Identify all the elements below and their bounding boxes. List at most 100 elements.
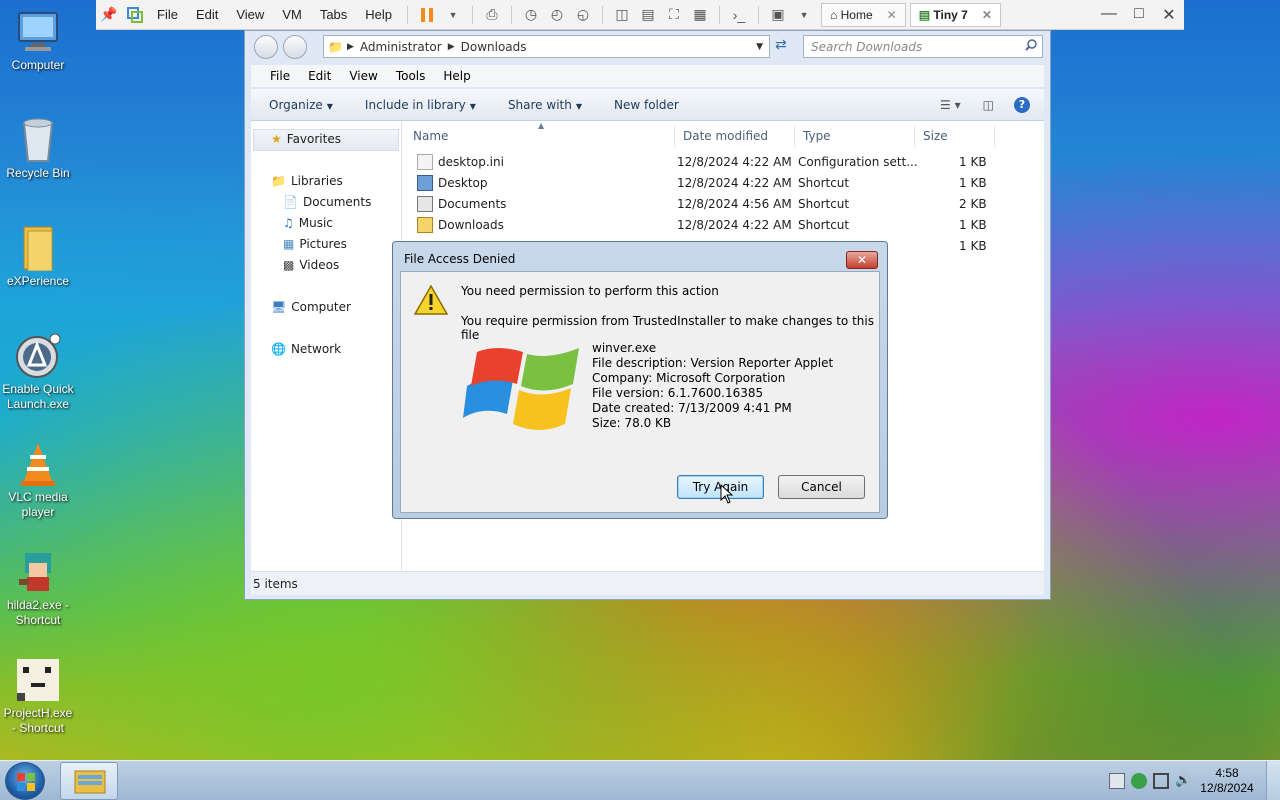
help-icon[interactable]: ? (1014, 96, 1030, 113)
desktop-icon-quick-launch[interactable]: Enable Quick Launch.exe (0, 332, 76, 412)
file-row[interactable]: Documents 12/8/2024 4:56 AM Shortcut 2 K… (403, 194, 1003, 215)
desktop-icon-recycle-bin[interactable]: Recycle Bin (0, 116, 76, 181)
volume-icon[interactable]: 🔊 (1175, 773, 1191, 789)
cancel-button[interactable]: Cancel (778, 475, 865, 499)
forward-button[interactable] (283, 35, 307, 59)
info-company: Company: Microsoft Corporation (592, 371, 786, 385)
file-type: Shortcut (798, 197, 850, 211)
desktop-icon-vlc[interactable]: VLC media player (0, 440, 76, 520)
console-icon[interactable]: ›_ (729, 5, 749, 25)
nav-label: Pictures (299, 237, 347, 251)
unity-icon[interactable]: ▦ (690, 5, 710, 25)
start-button[interactable] (5, 762, 45, 800)
security-icon[interactable] (1131, 773, 1147, 789)
vm-menu-view[interactable]: View (227, 7, 273, 22)
close-button[interactable]: ✕ (846, 251, 878, 269)
chevron-down-icon: ▼ (575, 101, 582, 111)
menu-edit[interactable]: Edit (298, 69, 339, 83)
vm-menu-edit[interactable]: Edit (187, 7, 227, 22)
chevron-right-icon[interactable]: ▶ (448, 42, 455, 52)
button-label: Share with (507, 97, 572, 112)
maximize-icon[interactable]: □ (1124, 5, 1154, 25)
breadcrumb-downloads[interactable]: Downloads (461, 40, 527, 54)
close-icon[interactable]: ✕ (982, 8, 992, 22)
nav-documents[interactable]: 📄 Documents (283, 195, 371, 209)
nav-label: Videos (299, 258, 340, 272)
vm-menu-help[interactable]: Help (356, 7, 401, 22)
window-controls: — □ ✕ (1094, 5, 1184, 25)
nav-computer[interactable]: 🖥 Computer (271, 300, 351, 314)
menu-file[interactable]: File (251, 69, 298, 83)
status-bar: 5 items (251, 571, 1044, 595)
desktop-icon-experience[interactable]: eXPerience (0, 224, 76, 289)
show-desktop-button[interactable] (1266, 761, 1280, 800)
desktop-icon-hilda[interactable]: hilda2.exe - Shortcut (0, 548, 76, 628)
nav-network[interactable]: 🌐 Network (271, 342, 341, 356)
file-type: Configuration sett... (798, 155, 918, 169)
menu-help[interactable]: Help (433, 69, 478, 83)
revert-snapshot-icon[interactable]: ◴ (547, 5, 567, 25)
chevron-right-icon[interactable]: ▶ (347, 42, 354, 52)
breadcrumb-administrator[interactable]: Administrator (360, 40, 442, 54)
desktop-icon-label: ProjectH.exe - Shortcut (3, 706, 73, 735)
share-with-button[interactable]: Share with ▼ (508, 98, 582, 112)
nav-pictures[interactable]: ▦ Pictures (283, 237, 347, 251)
vm-logo-icon (125, 5, 145, 25)
status-text: 5 items (253, 577, 298, 591)
action-center-icon[interactable] (1109, 773, 1125, 789)
refresh-icon[interactable]: ⇄ (775, 37, 787, 53)
menu-tools[interactable]: Tools (386, 69, 434, 83)
back-button[interactable] (254, 35, 278, 59)
new-folder-button[interactable]: New folder (614, 98, 679, 112)
vm-menu-file[interactable]: File (148, 7, 187, 22)
close-icon[interactable]: ✕ (1154, 5, 1184, 25)
view-options-icon[interactable]: ☰ ▾ (940, 98, 961, 112)
preview-pane-icon[interactable]: ◫ (983, 98, 994, 112)
organize-button[interactable]: Organize ▼ (269, 98, 333, 112)
nav-favorites[interactable]: ★ Favorites (271, 132, 341, 146)
chevron-down-icon[interactable]: ▼ (443, 5, 463, 25)
thumbnail-bar-icon[interactable]: ▤ (638, 5, 658, 25)
taskbar-explorer-button[interactable] (60, 762, 118, 800)
search-icon (1025, 39, 1037, 54)
vm-toolbar: 📌 File Edit View VM Tabs Help ▼ ⎙ ◷ ◴ ◵ … (96, 0, 1184, 30)
send-keys-icon[interactable]: ⎙ (482, 5, 502, 25)
nav-label: Computer (291, 300, 351, 314)
vm-menu-vm[interactable]: VM (273, 7, 311, 22)
tab-home[interactable]: ⌂ Home ✕ (821, 2, 906, 27)
button-label: Organize (269, 97, 323, 112)
chevron-down-icon[interactable]: ▼ (794, 5, 814, 25)
nav-videos[interactable]: ▩ Videos (283, 258, 339, 272)
sidebar-icon[interactable]: ◫ (612, 5, 632, 25)
chevron-down-icon[interactable]: ▼ (756, 42, 763, 52)
info-date-created: Date created: 7/13/2009 4:41 PM (592, 401, 792, 415)
pin-icon[interactable]: 📌 (99, 5, 119, 25)
nav-libraries[interactable]: 📁 Libraries (271, 174, 343, 188)
address-bar[interactable]: 📁 ▶ Administrator ▶ Downloads ▼ (323, 35, 770, 58)
snapshot-icon[interactable]: ◷ (521, 5, 541, 25)
close-icon[interactable]: ✕ (887, 8, 897, 22)
fullscreen-icon[interactable]: ⛶ (664, 5, 684, 25)
clock[interactable]: 4:58 12/8/2024 (1194, 766, 1260, 796)
column-header-size[interactable]: Size (915, 125, 995, 147)
pause-icon[interactable] (417, 5, 437, 25)
info-size: Size: 78.0 KB (592, 416, 672, 430)
file-row[interactable]: Downloads 12/8/2024 4:22 AM Shortcut 1 K… (403, 215, 1003, 236)
network-icon[interactable] (1153, 773, 1169, 789)
desktop-icon-projecth[interactable]: ProjectH.exe - Shortcut (0, 656, 76, 736)
desktop-icon-computer[interactable]: Computer (0, 8, 76, 73)
file-row[interactable]: Desktop 12/8/2024 4:22 AM Shortcut 1 KB (403, 173, 1003, 194)
menu-view[interactable]: View (339, 69, 385, 83)
search-input[interactable]: Search Downloads (803, 35, 1043, 58)
column-header-date[interactable]: Date modified (675, 125, 795, 147)
snapshot-manager-icon[interactable]: ◵ (573, 5, 593, 25)
mouse-cursor-icon (720, 483, 734, 507)
include-in-library-button[interactable]: Include in library ▼ (365, 98, 476, 112)
vm-menu-tabs[interactable]: Tabs (311, 7, 356, 22)
stretch-icon[interactable]: ▣ (768, 5, 788, 25)
tab-tiny7[interactable]: ▤ Tiny 7 ✕ (909, 2, 1001, 27)
minimize-icon[interactable]: — (1094, 5, 1124, 25)
nav-music[interactable]: ♫ Music (283, 216, 333, 230)
column-header-type[interactable]: Type (795, 125, 915, 147)
file-row[interactable]: desktop.ini 12/8/2024 4:22 AM Configurat… (403, 152, 1003, 173)
